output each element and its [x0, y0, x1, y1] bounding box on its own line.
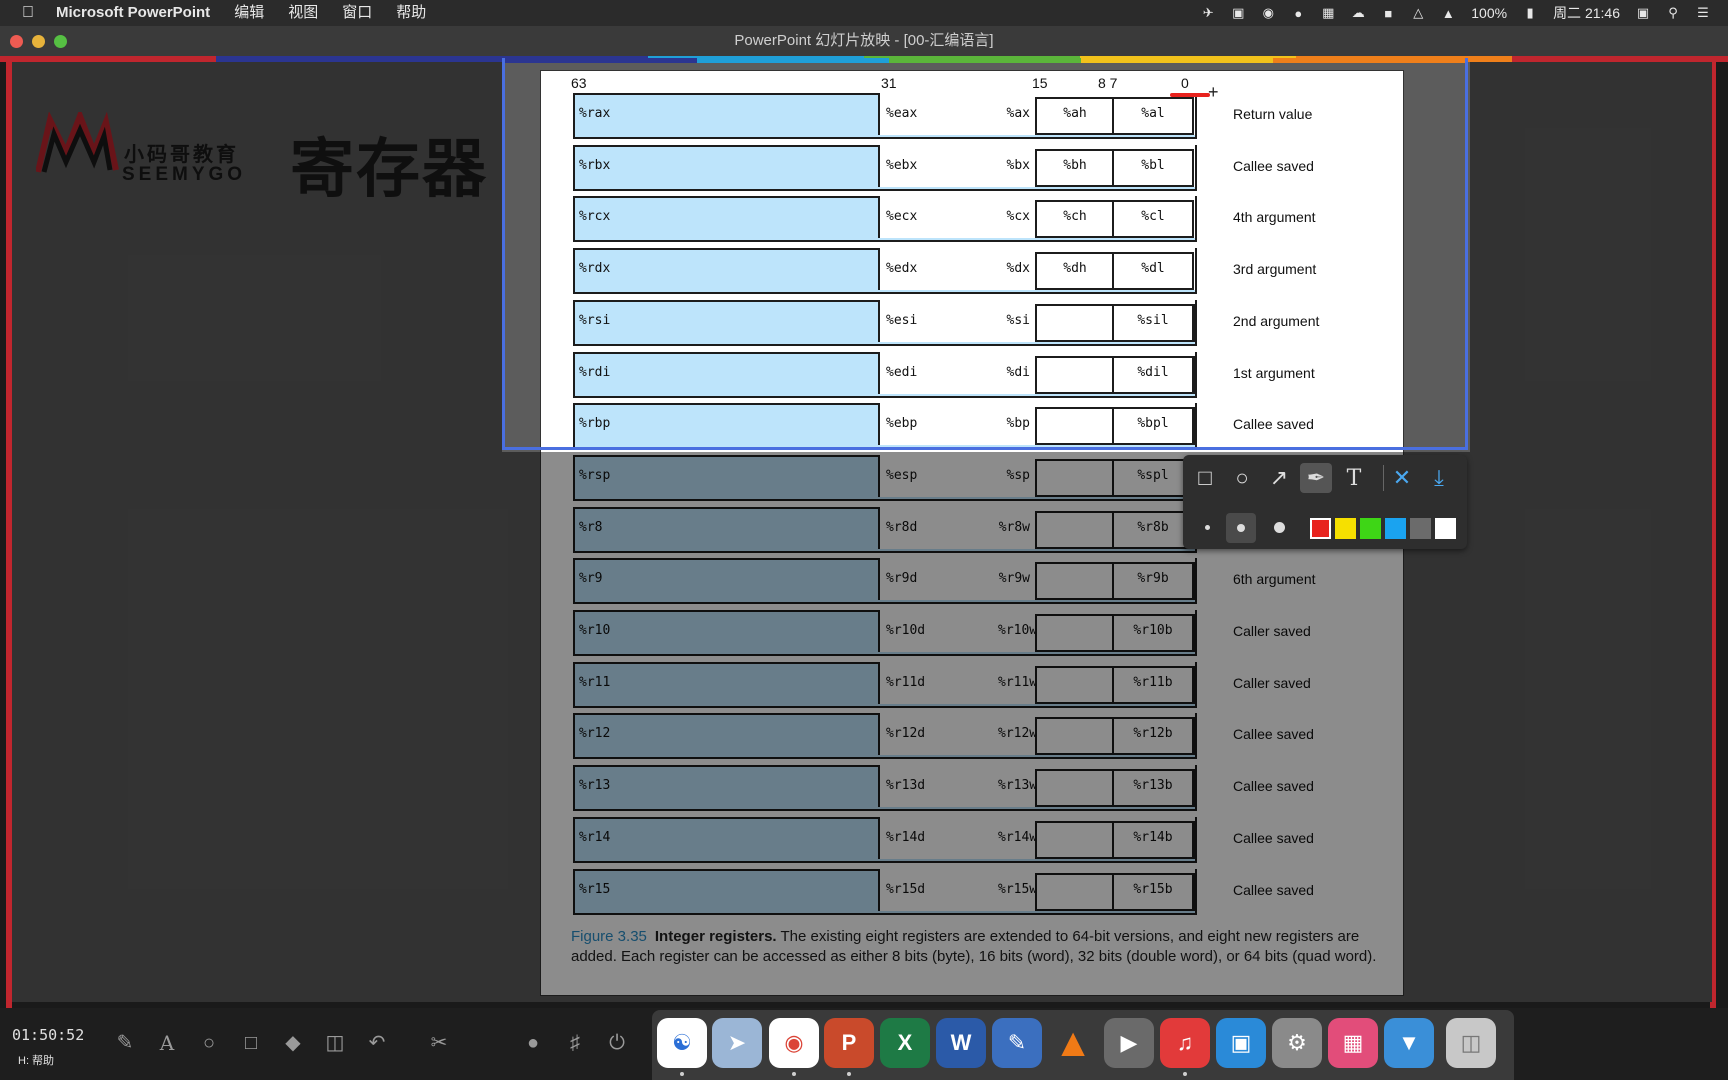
rectangle-icon: □: [1198, 465, 1212, 490]
undo-icon[interactable]: ↶: [364, 1030, 390, 1056]
spotlight-search-icon[interactable]: ⚲: [1662, 5, 1684, 21]
trash-icon[interactable]: ◫: [322, 1030, 348, 1056]
dock-app-vlc-icon[interactable]: ▲: [1048, 1018, 1098, 1068]
dock-app-baidu-netdisk-icon[interactable]: ☯: [657, 1018, 707, 1068]
color-swatch[interactable]: [1335, 518, 1356, 539]
battery-icon[interactable]: ▮: [1519, 5, 1541, 21]
screenshot-selection[interactable]: [502, 58, 1468, 450]
window-titlebar: PowerPoint 幻灯片放映 - [00-汇编语言]: [0, 26, 1728, 56]
dock-app-video-icon[interactable]: ▶: [1104, 1018, 1154, 1068]
window-title: PowerPoint 幻灯片放映 - [00-汇编语言]: [734, 32, 994, 49]
presentation-timer: 01:50:52: [12, 1026, 85, 1044]
menu-edit[interactable]: 编辑: [222, 0, 276, 26]
toolbar-divider: [1383, 465, 1384, 491]
screenshot-dim-area: [12, 62, 502, 452]
color-swatch[interactable]: [1410, 518, 1431, 539]
text-icon[interactable]: A: [154, 1030, 180, 1056]
arrow-icon: ↗: [1269, 465, 1289, 490]
status-icon[interactable]: ◉: [1257, 5, 1279, 21]
menu-help[interactable]: 帮助: [384, 0, 438, 26]
arrow-tool-button[interactable]: ↗: [1263, 463, 1295, 493]
dock-app-word-icon[interactable]: W: [936, 1018, 986, 1068]
window-minimize-button[interactable]: [32, 35, 45, 48]
dock-running-indicator: [1183, 1072, 1187, 1076]
dock-running-indicator: [792, 1072, 796, 1076]
menu-view[interactable]: 视图: [276, 0, 330, 26]
selection-color-stripe: [505, 58, 1465, 63]
dock-app-excel-icon[interactable]: X: [880, 1018, 930, 1068]
dock-app-notes-icon[interactable]: ✎: [992, 1018, 1042, 1068]
dock-app-system-preferences-icon[interactable]: ⚙: [1272, 1018, 1322, 1068]
battery-percent: 100%: [1471, 5, 1508, 21]
camera-icon[interactable]: ▣: [1227, 5, 1249, 21]
power-icon[interactable]: ⏻: [604, 1030, 630, 1056]
input-method-icon[interactable]: ▦: [1317, 5, 1339, 21]
app-menu[interactable]: Microsoft PowerPoint: [48, 0, 222, 26]
eraser-icon[interactable]: ◆: [280, 1030, 306, 1056]
scissors-icon[interactable]: ✂: [426, 1030, 452, 1056]
menubar:  Microsoft PowerPoint 编辑 视图 窗口 帮助 ✈ ▣ ◉…: [0, 0, 1728, 26]
microphone-icon[interactable]: ●: [520, 1030, 546, 1056]
dock-running-indicator: [847, 1072, 851, 1076]
color-swatch[interactable]: [1435, 518, 1456, 539]
apple-icon[interactable]: : [0, 0, 48, 26]
window-zoom-button[interactable]: [54, 35, 67, 48]
dock-app-chrome-icon[interactable]: ◉: [769, 1018, 819, 1068]
square-icon[interactable]: □: [238, 1030, 264, 1056]
airplane-icon[interactable]: ✈: [1197, 5, 1219, 21]
app-status-icon[interactable]: ▣: [1632, 5, 1654, 21]
dock-app-powerpoint-icon[interactable]: P: [824, 1018, 874, 1068]
cloud-icon[interactable]: ☁: [1347, 5, 1369, 21]
upload-icon[interactable]: ▲: [1437, 5, 1459, 21]
color-swatch[interactable]: [1360, 518, 1381, 539]
screenshot-dim-area: [1470, 62, 1712, 452]
wifi-icon[interactable]: △: [1407, 5, 1429, 21]
dock-app-remote-icon[interactable]: ▣: [1216, 1018, 1266, 1068]
clock[interactable]: 周二 21:46: [1545, 3, 1628, 23]
speaker-icon[interactable]: ♯: [562, 1030, 588, 1056]
ellipse-icon: ○: [1235, 465, 1249, 490]
close-icon: ✕: [1392, 465, 1412, 490]
dock-app-music-icon[interactable]: ♫: [1160, 1018, 1210, 1068]
cancel-button[interactable]: ✕: [1386, 463, 1418, 493]
help-hint: H: 帮助: [18, 1055, 55, 1067]
pen-icon[interactable]: ✎: [112, 1030, 138, 1056]
ellipse-tool-button[interactable]: ○: [1226, 463, 1258, 493]
brush-icon: ✒: [1306, 465, 1326, 490]
annotation-toolbar: □ ○ ↗ ✒ T ✕ ⤓: [1183, 455, 1467, 549]
circle-icon[interactable]: ○: [196, 1030, 222, 1056]
dock-trash-icon[interactable]: ◫: [1446, 1018, 1496, 1068]
save-button[interactable]: ⤓: [1423, 463, 1455, 493]
brush-size-small[interactable]: [1205, 525, 1210, 530]
dock-app-folder-icon[interactable]: ▦: [1328, 1018, 1378, 1068]
dock-running-indicator: [680, 1072, 684, 1076]
download-icon: ⤓: [1434, 465, 1444, 490]
color-swatch[interactable]: [1385, 518, 1406, 539]
text-icon: T: [1346, 465, 1362, 491]
color-swatch[interactable]: [1310, 518, 1331, 539]
brush-size-large[interactable]: [1274, 522, 1285, 533]
window-close-button[interactable]: [10, 35, 23, 48]
text-tool-button[interactable]: T: [1338, 463, 1370, 493]
brush-tool-button[interactable]: ✒: [1300, 463, 1332, 493]
microphone-icon[interactable]: ●: [1287, 5, 1309, 21]
brush-size-medium[interactable]: [1237, 524, 1245, 532]
dock-app-mail-icon[interactable]: ➤: [712, 1018, 762, 1068]
notification-icon[interactable]: ■: [1377, 5, 1399, 21]
rectangle-tool-button[interactable]: □: [1189, 463, 1221, 493]
dock-app-downloads-icon[interactable]: ▼: [1384, 1018, 1434, 1068]
menu-window[interactable]: 窗口: [330, 0, 384, 26]
control-center-icon[interactable]: ☰: [1692, 5, 1714, 21]
